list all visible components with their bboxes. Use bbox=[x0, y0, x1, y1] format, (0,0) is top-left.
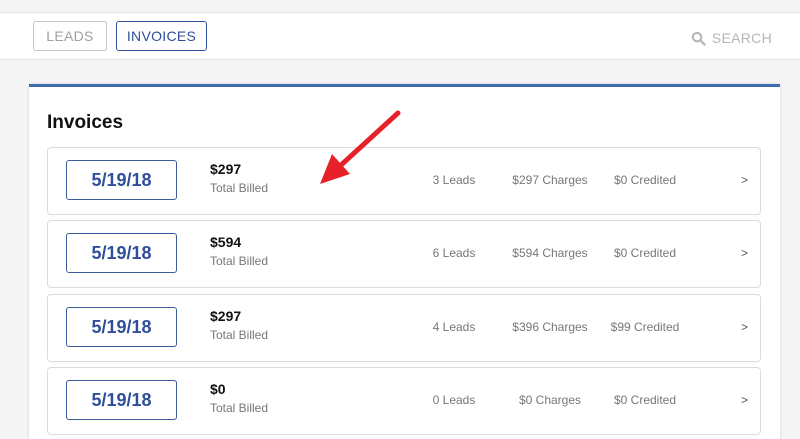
invoice-amount: $594 bbox=[210, 234, 242, 250]
tab-invoices[interactable]: INVOICES bbox=[116, 21, 207, 51]
invoice-charges: $297 Charges bbox=[512, 173, 588, 187]
invoice-charges: $0 Charges bbox=[518, 393, 582, 407]
invoice-amount: $0 bbox=[210, 381, 226, 397]
invoice-amount: $297 bbox=[210, 308, 242, 324]
invoice-date-button[interactable]: 5/19/18 bbox=[66, 307, 177, 347]
top-bar: LEADS INVOICES SEARCH bbox=[0, 12, 800, 60]
invoice-amount: $297 bbox=[210, 161, 242, 177]
invoice-credited: $99 Credited bbox=[610, 320, 680, 334]
invoice-row[interactable]: 5/19/18 $297 Total Billed 4 Leads $396 C… bbox=[47, 294, 761, 362]
invoice-credited: $0 Credited bbox=[613, 393, 677, 407]
invoice-amount-label: Total Billed bbox=[210, 254, 269, 268]
invoice-leads-count: 3 Leads bbox=[432, 173, 476, 187]
search-button[interactable]: SEARCH bbox=[691, 28, 772, 48]
invoice-date-button[interactable]: 5/19/18 bbox=[66, 233, 177, 273]
invoice-amount-label: Total Billed bbox=[210, 328, 269, 342]
invoice-date-button[interactable]: 5/19/18 bbox=[66, 160, 177, 200]
chevron-right-icon[interactable]: > bbox=[741, 320, 748, 334]
invoice-charges: $396 Charges bbox=[512, 320, 588, 334]
search-icon bbox=[691, 31, 706, 46]
invoices-panel: Invoices 5/19/18 $297 Total Billed 3 Lea… bbox=[29, 84, 780, 439]
search-label: SEARCH bbox=[711, 30, 772, 46]
chevron-right-icon[interactable]: > bbox=[741, 393, 748, 407]
invoice-leads-count: 6 Leads bbox=[432, 246, 476, 260]
invoice-credited: $0 Credited bbox=[613, 246, 677, 260]
invoice-amount-label: Total Billed bbox=[210, 401, 269, 415]
invoice-date-button[interactable]: 5/19/18 bbox=[66, 380, 177, 420]
chevron-right-icon[interactable]: > bbox=[741, 246, 748, 260]
invoice-row[interactable]: 5/19/18 $594 Total Billed 6 Leads $594 C… bbox=[47, 220, 761, 288]
invoice-row[interactable]: 5/19/18 $0 Total Billed 0 Leads $0 Charg… bbox=[47, 367, 761, 435]
invoice-charges: $594 Charges bbox=[512, 246, 588, 260]
tab-leads[interactable]: LEADS bbox=[33, 21, 107, 51]
invoice-leads-count: 4 Leads bbox=[432, 320, 476, 334]
page-title: Invoices bbox=[47, 112, 124, 133]
chevron-right-icon[interactable]: > bbox=[741, 173, 748, 187]
invoice-row[interactable]: 5/19/18 $297 Total Billed 3 Leads $297 C… bbox=[47, 147, 761, 215]
invoice-leads-count: 0 Leads bbox=[432, 393, 476, 407]
invoice-credited: $0 Credited bbox=[613, 173, 677, 187]
invoice-amount-label: Total Billed bbox=[210, 181, 269, 195]
